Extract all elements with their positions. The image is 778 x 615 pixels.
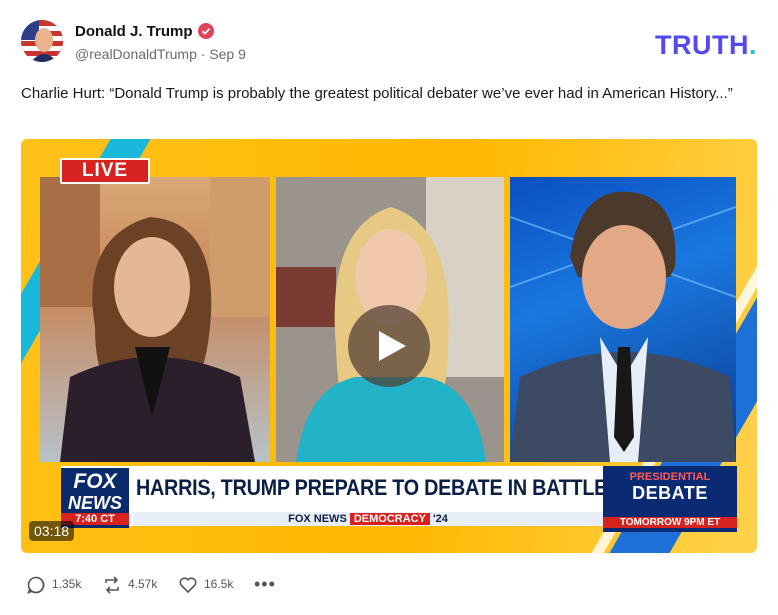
like-count: 16.5k xyxy=(204,577,234,591)
retruth-count: 4.57k xyxy=(128,577,158,591)
network-logo-bottom: NEWS xyxy=(68,493,122,513)
person-right-image xyxy=(510,191,736,462)
post-date[interactable]: Sep 9 xyxy=(209,46,246,62)
promo-line-1: PRESIDENTIAL xyxy=(629,471,711,483)
author-meta: @realDonaldTrump · Sep 9 xyxy=(75,46,246,62)
author-name[interactable]: Donald J. Trump xyxy=(75,23,214,40)
author-name-text[interactable]: Donald J. Trump xyxy=(75,23,193,40)
video-panel-host-left xyxy=(40,177,270,462)
truth-logo-text: TRUTH xyxy=(655,30,749,60)
video-duration: 03:18 xyxy=(29,521,75,541)
avatar[interactable] xyxy=(21,20,63,62)
author-handle[interactable]: @realDonaldTrump xyxy=(75,46,197,62)
reply-count: 1.35k xyxy=(52,577,82,591)
play-button[interactable] xyxy=(348,305,430,387)
network-logo-top: FOX xyxy=(73,470,117,493)
truth-logo[interactable]: TRUTH. xyxy=(655,30,757,61)
verified-badge-icon xyxy=(197,23,214,39)
network-logo: FOX NEWS 7:40 CT xyxy=(61,468,129,528)
subticker-segment: DEMOCRACY xyxy=(349,513,430,525)
reply-button[interactable]: 1.35k xyxy=(26,574,92,596)
reply-icon xyxy=(27,576,45,594)
video-player[interactable]: LIVE FOX NEWS 7:40 CT HARRIS, TRUMP PREP… xyxy=(21,139,757,553)
play-icon xyxy=(379,331,406,361)
subticker-brand: FOX NEWS xyxy=(288,513,347,525)
retruth-button[interactable]: 4.57k xyxy=(102,574,172,596)
more-options-button[interactable]: ••• xyxy=(254,574,276,594)
subticker: FOX NEWS DEMOCRACY '24 xyxy=(133,512,603,526)
live-badge: LIVE xyxy=(60,158,150,184)
heart-icon xyxy=(179,577,197,594)
like-button[interactable]: 16.5k xyxy=(178,574,248,596)
promo-line-3: TOMORROW 9PM ET xyxy=(603,517,737,528)
more-dots-icon: ••• xyxy=(254,574,276,594)
promo-line-2: DEBATE xyxy=(632,483,708,503)
truth-logo-dot: . xyxy=(748,30,757,60)
person-left-image xyxy=(40,177,270,462)
meta-separator: · xyxy=(200,46,206,62)
avatar-flag-image xyxy=(21,20,63,62)
post-header: Donald J. Trump @realDonaldTrump · Sep 9 xyxy=(21,20,761,66)
retruth-icon xyxy=(105,576,119,594)
subticker-year: '24 xyxy=(433,513,448,525)
debate-promo: PRESIDENTIAL DEBATE TOMORROW 9PM ET xyxy=(603,466,737,532)
video-panel-guest-right xyxy=(510,177,736,462)
post-text: Charlie Hurt: “Donald Trump is probably … xyxy=(21,85,733,102)
